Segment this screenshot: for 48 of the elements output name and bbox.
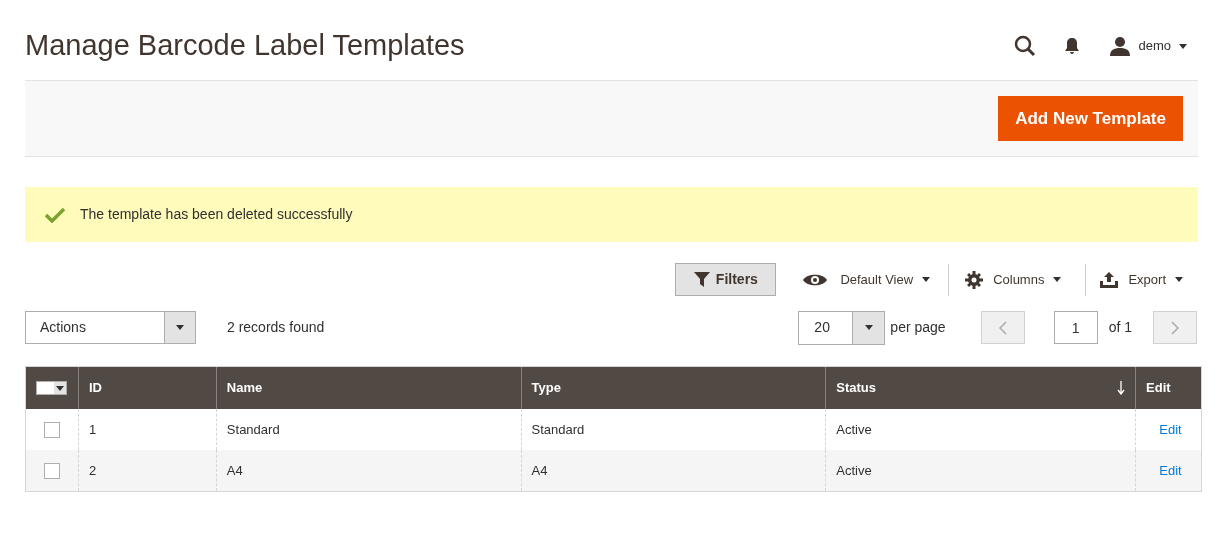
table-cell-text: 1: [88, 420, 97, 439]
user-menu[interactable]: demo: [1110, 36, 1187, 56]
row-checkbox[interactable]: [43, 421, 60, 438]
row-checkbox[interactable]: [43, 462, 60, 479]
page-number-field[interactable]: 1: [1053, 311, 1098, 344]
search-icon[interactable]: [1014, 35, 1037, 57]
eye-icon: [803, 272, 828, 287]
chevron-right-icon: [1171, 320, 1179, 335]
table-cell-text: Active: [836, 420, 872, 439]
caret-icon: [1053, 277, 1062, 282]
caret-icon: [1179, 43, 1187, 49]
previous-page-button[interactable]: [980, 311, 1025, 344]
caret-icon: [922, 277, 931, 282]
message-text: The template has been deleted successfully: [80, 205, 353, 224]
next-page-button[interactable]: [1153, 311, 1197, 344]
edit-link[interactable]: Edit: [1159, 460, 1182, 481]
gear-icon: [965, 270, 984, 289]
table-cell-text: Standard: [226, 420, 280, 439]
funnel-icon: [693, 272, 710, 287]
caret-icon: [1175, 277, 1183, 282]
table-cell-text: A4: [531, 461, 548, 480]
column-header[interactable]: Edit: [1136, 367, 1201, 409]
edit-link[interactable]: Edit: [1159, 419, 1182, 440]
arrow-down-icon: [1117, 381, 1126, 395]
chevron-left-icon: [998, 320, 1007, 335]
add-new-template-button[interactable]: Add New Template: [998, 96, 1183, 141]
page-count: of 1: [1108, 318, 1132, 337]
table-cell-text: A4: [226, 461, 243, 480]
filters-button[interactable]: Filters: [675, 263, 777, 296]
records-count: 2 records found: [227, 318, 325, 337]
per-page-select[interactable]: 20: [798, 310, 886, 345]
caret-icon: [864, 325, 873, 330]
bell-icon[interactable]: [1064, 37, 1081, 55]
user-icon: [1110, 36, 1131, 56]
caret-icon: [176, 325, 184, 330]
upload-icon: [1100, 271, 1119, 288]
default-view-dropdown[interactable]: Default View: [803, 263, 949, 296]
page-title: Manage Barcode Label Templates: [25, 28, 465, 64]
table-cell-text: Active: [836, 461, 872, 480]
table-cell-text: 2: [88, 461, 97, 480]
table-cell-text: Standard: [531, 420, 585, 439]
mass-select-control[interactable]: [36, 381, 68, 395]
export-dropdown[interactable]: Export: [1086, 263, 1183, 296]
per-page-label: per page: [890, 318, 946, 337]
actions-select[interactable]: Actions: [25, 311, 196, 344]
check-icon: [45, 206, 65, 223]
caret-icon: [56, 385, 65, 391]
columns-dropdown[interactable]: Columns: [949, 263, 1086, 296]
